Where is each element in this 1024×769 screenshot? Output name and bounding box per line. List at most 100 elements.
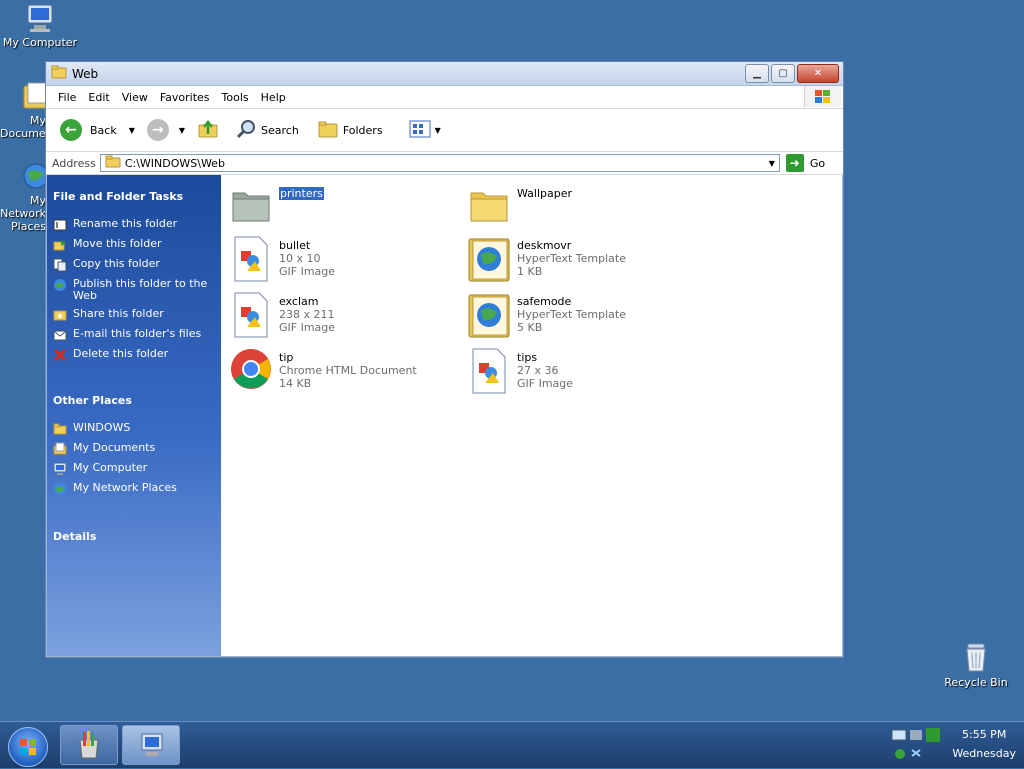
computer-icon	[24, 2, 56, 34]
desktop-icon-recycle-bin[interactable]: Recycle Bin	[936, 640, 1016, 689]
file-item-safemode[interactable]: safemode HyperText Template 5 KB	[467, 291, 697, 338]
task-email-files[interactable]: E-mail this folder's files	[47, 325, 221, 345]
start-button[interactable]	[8, 727, 48, 767]
documents-folder-icon	[22, 80, 46, 112]
file-item-tips[interactable]: tips 27 x 36 GIF Image	[467, 347, 697, 394]
up-folder-icon	[197, 119, 219, 142]
folder-icon	[467, 183, 511, 227]
clock[interactable]: 5:55 PM Wednesday	[952, 728, 1016, 760]
file-type: HyperText Template	[517, 252, 626, 265]
folder-icon	[105, 155, 121, 171]
back-button[interactable]: ← Back ▼	[56, 119, 139, 141]
documents-folder-icon	[53, 442, 67, 456]
desktop-icon-my-network-places[interactable]: My Network Places	[0, 160, 46, 233]
file-item-deskmovr[interactable]: deskmovr HyperText Template 1 KB	[467, 235, 697, 282]
close-icon: ✕	[813, 68, 823, 79]
chevron-down-icon[interactable]: ▼	[179, 126, 185, 135]
task-label: Publish this folder to the Web	[73, 277, 208, 302]
views-button[interactable]: ▼	[405, 120, 445, 141]
details-heading[interactable]: Details	[47, 525, 221, 549]
back-label: Back	[90, 123, 117, 137]
task-label: Delete this folder	[73, 347, 169, 360]
file-item-exclam[interactable]: exclam 238 x 211 GIF Image	[229, 291, 459, 338]
image-file-icon	[229, 291, 273, 338]
desktop-icon-label: Recycle Bin	[944, 676, 1008, 689]
forward-arrow-icon: →	[146, 119, 169, 141]
minimize-icon: ▁	[753, 68, 761, 79]
menu-edit[interactable]: Edit	[82, 91, 115, 104]
system-tray	[890, 726, 942, 762]
share-icon	[53, 308, 67, 322]
file-item-printers[interactable]: printers	[229, 183, 459, 227]
task-move-folder[interactable]: Move this folder	[47, 235, 221, 255]
computer-icon	[141, 733, 163, 756]
file-name: Wallpaper	[517, 187, 573, 200]
folder-icon	[53, 422, 67, 436]
desktop-icon-my-computer[interactable]: My Computer	[0, 2, 80, 49]
task-delete-folder[interactable]: Delete this folder	[47, 345, 221, 365]
task-copy-folder[interactable]: Copy this folder	[47, 255, 221, 275]
menu-tools[interactable]: Tools	[216, 91, 255, 104]
place-label: My Documents	[73, 441, 156, 454]
folder-special-icon	[229, 183, 273, 227]
file-folder-tasks-heading[interactable]: File and Folder Tasks	[47, 185, 221, 209]
taskbar-app-explorer[interactable]	[122, 725, 180, 765]
menu-file[interactable]: File	[52, 91, 82, 104]
folders-icon	[317, 119, 339, 142]
network-icon[interactable]	[910, 730, 922, 740]
chevron-down-icon[interactable]: ▼	[765, 155, 779, 171]
go-button[interactable]: ➜ Go	[785, 154, 825, 172]
chrome-icon	[229, 347, 273, 391]
title-bar[interactable]: Web ▁ ▢ ✕	[46, 62, 843, 86]
file-name: deskmovr	[517, 239, 572, 252]
place-label: My Computer	[73, 461, 148, 474]
place-windows[interactable]: WINDOWS	[47, 419, 221, 439]
network-globe-icon	[53, 482, 67, 496]
address-value: C:\WINDOWS\Web	[124, 156, 225, 170]
windows-logo-icon	[804, 86, 841, 107]
paint-icon	[79, 731, 99, 759]
desktop-icon-label: My Computer	[2, 36, 78, 49]
menu-favorites[interactable]: Favorites	[154, 91, 216, 104]
update-icon[interactable]	[895, 749, 905, 759]
file-name: bullet	[279, 239, 311, 252]
task-share-folder[interactable]: Share this folder	[47, 305, 221, 325]
file-type: GIF Image	[279, 265, 336, 278]
chevron-down-icon: ▼	[434, 125, 441, 135]
close-button[interactable]: ✕	[797, 64, 839, 83]
file-item-tip[interactable]: tip Chrome HTML Document 14 KB	[229, 347, 459, 391]
file-size: 14 KB	[279, 377, 312, 390]
up-folder-button[interactable]	[193, 119, 223, 142]
folder-icon	[51, 65, 67, 82]
desktop-icon-label: My Network Places	[0, 194, 46, 233]
file-item-bullet[interactable]: bullet 10 x 10 GIF Image	[229, 235, 459, 282]
maximize-button[interactable]: ▢	[771, 64, 795, 83]
folders-button[interactable]: Folders	[313, 119, 387, 142]
rename-icon	[53, 218, 67, 232]
clock-time: 5:55 PM	[961, 728, 1007, 741]
file-name: tip	[279, 351, 294, 364]
place-my-network-places[interactable]: My Network Places	[47, 479, 221, 499]
connection-icon[interactable]	[911, 749, 921, 757]
place-my-computer[interactable]: My Computer	[47, 459, 221, 479]
search-icon	[235, 118, 257, 143]
task-publish-folder[interactable]: Publish this folder to the Web	[47, 275, 221, 305]
other-places-heading[interactable]: Other Places	[47, 389, 221, 413]
address-input[interactable]: C:\WINDOWS\Web ▼	[99, 154, 780, 172]
views-icon	[409, 120, 431, 141]
menu-help[interactable]: Help	[255, 91, 292, 104]
menu-view[interactable]: View	[116, 91, 154, 104]
h-app-icon[interactable]	[926, 728, 940, 742]
taskbar-app-paint[interactable]	[60, 725, 118, 765]
place-my-documents[interactable]: My Documents	[47, 439, 221, 459]
forward-button[interactable]: → ▼	[143, 119, 189, 141]
desktop-icon-my-documents[interactable]: My Documents	[0, 80, 46, 140]
task-rename-folder[interactable]: Rename this folder	[47, 215, 221, 235]
minimize-button[interactable]: ▁	[745, 64, 769, 83]
chevron-down-icon[interactable]: ▼	[129, 126, 135, 135]
address-bar: Address C:\WINDOWS\Web ▼ ➜ Go	[46, 152, 843, 175]
place-label: WINDOWS	[73, 421, 131, 434]
search-button[interactable]: Search	[231, 118, 303, 143]
monitor-icon[interactable]	[891, 729, 907, 741]
file-item-wallpaper[interactable]: Wallpaper	[467, 183, 697, 227]
